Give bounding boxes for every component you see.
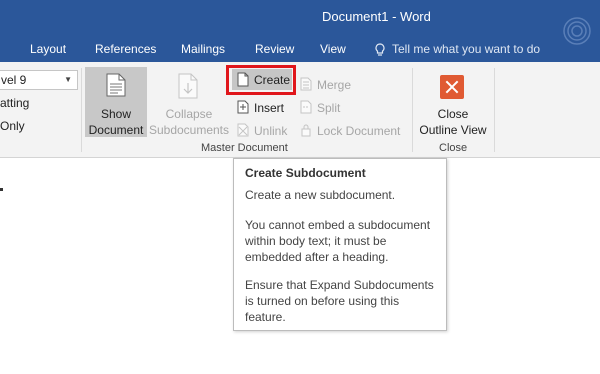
tooltip-title: Create Subdocument xyxy=(245,166,366,180)
insert-icon xyxy=(237,100,249,114)
collapse-line-2: Subdocuments xyxy=(148,123,230,137)
collapse-line-1: Collapse xyxy=(165,107,213,121)
tooltip-line: feature. xyxy=(245,310,286,324)
close-line-1: Close xyxy=(437,107,469,121)
outline-level-select[interactable]: vel 9 ▼ xyxy=(0,70,78,90)
tooltip-line: Ensure that Expand Subdocuments xyxy=(245,278,434,292)
tab-references[interactable]: References xyxy=(95,42,156,56)
split-icon xyxy=(300,100,312,114)
collapse-subdocuments-button[interactable]: Collapse Subdocuments xyxy=(148,106,230,138)
lock-document-label: Lock Document xyxy=(317,124,401,138)
show-text-formatting-checkbox[interactable]: atting xyxy=(0,96,29,110)
divider xyxy=(81,68,82,152)
divider xyxy=(412,68,413,152)
show-document-line-2: Document xyxy=(88,123,144,137)
tooltip-line: You cannot embed a subdocument xyxy=(245,218,431,232)
tooltip-line: is turned on before using this xyxy=(245,294,400,308)
merge-label: Merge xyxy=(317,78,352,92)
lightbulb-icon xyxy=(375,43,385,56)
master-document-group-label: Master Document xyxy=(201,142,288,154)
tab-review[interactable]: Review xyxy=(255,42,294,56)
unlink-icon xyxy=(237,123,249,137)
outline-level-value: vel 9 xyxy=(1,73,27,87)
show-document-label: Show Document xyxy=(85,106,147,138)
close-icon[interactable] xyxy=(440,75,464,99)
create-subdocument-tooltip: Create Subdocument Create a new subdocum… xyxy=(233,158,447,331)
lock-icon xyxy=(301,124,311,137)
ribbon-tabs: Layout References Mailings Review View T… xyxy=(0,40,600,62)
tell-me-placeholder: Tell me what you want to do xyxy=(392,42,541,56)
outline-bullet xyxy=(0,188,3,191)
merge-icon xyxy=(300,77,312,91)
show-first-line-only-checkbox[interactable]: Only xyxy=(0,119,25,133)
tab-view[interactable]: View xyxy=(320,42,346,56)
collapse-subdocuments-icon[interactable] xyxy=(178,73,198,99)
unlink-label: Unlink xyxy=(254,124,288,138)
window-title: Document1 - Word xyxy=(322,9,431,24)
close-line-2: Outline View xyxy=(419,123,487,137)
title-bar: Document1 - Word Layout References Maili… xyxy=(0,0,600,62)
tab-mailings[interactable]: Mailings xyxy=(181,42,225,56)
show-document-line-1: Show xyxy=(100,107,132,121)
highlight-box xyxy=(226,65,296,95)
tooltip-line: within body text; it must be xyxy=(245,234,387,248)
tab-layout[interactable]: Layout xyxy=(30,42,66,56)
split-label: Split xyxy=(317,101,341,115)
document-icon xyxy=(106,73,126,97)
chevron-down-icon: ▼ xyxy=(64,75,72,84)
tell-me-search[interactable]: Tell me what you want to do xyxy=(374,42,540,56)
tooltip-line: embedded after a heading. xyxy=(245,250,389,264)
close-outline-view-button[interactable]: Close Outline View xyxy=(416,106,490,138)
close-group-label: Close xyxy=(439,142,468,154)
insert-label: Insert xyxy=(254,101,285,115)
divider xyxy=(494,68,495,152)
tooltip-line: Create a new subdocument. xyxy=(245,188,396,202)
ribbon: vel 9 ▼ atting Only Show Document Collap… xyxy=(0,62,600,158)
